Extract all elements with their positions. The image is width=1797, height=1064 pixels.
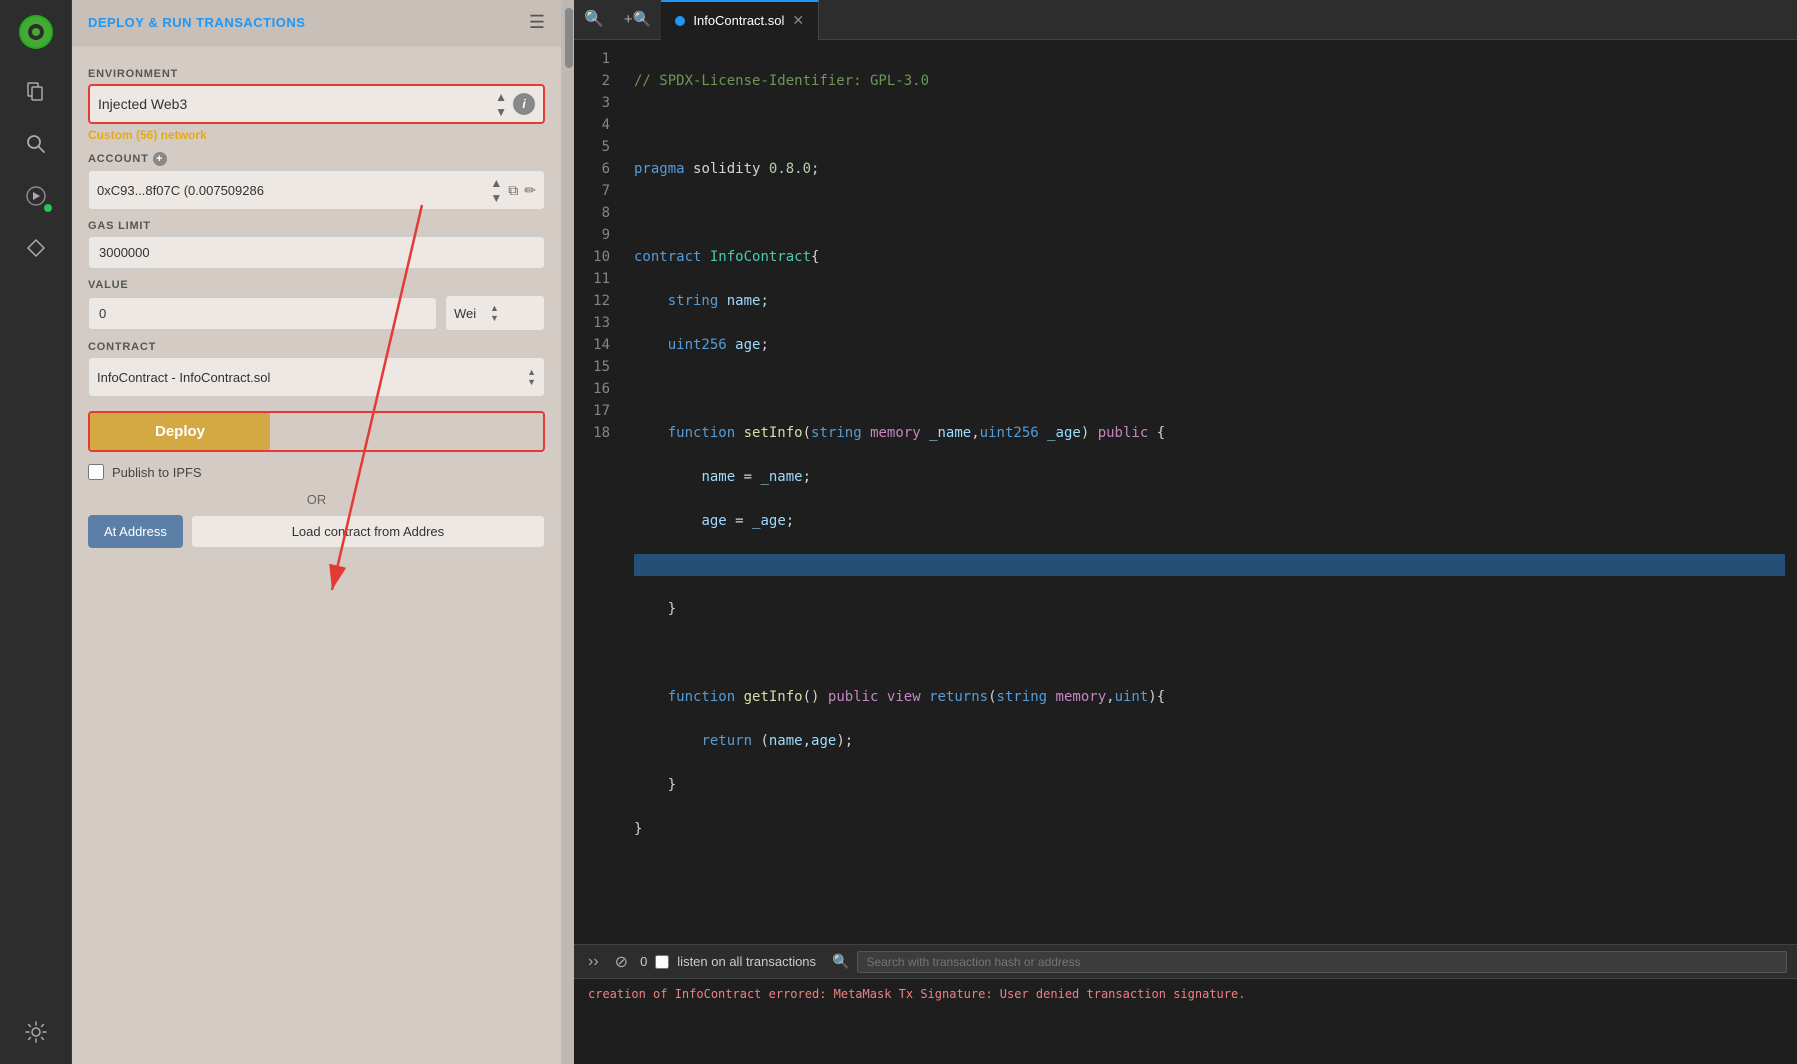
value-amount-input[interactable] bbox=[88, 297, 437, 330]
publish-ipfs-label: Publish to IPFS bbox=[112, 465, 202, 480]
deploy-button[interactable]: Deploy bbox=[90, 413, 270, 450]
load-contract-button[interactable]: Load contract from Addres bbox=[191, 515, 545, 548]
code-line-1: // SPDX-License-Identifier: GPL-3.0 bbox=[634, 70, 1785, 92]
tab-close-icon[interactable]: ✕ bbox=[792, 12, 804, 29]
unit-select[interactable]: Wei Gwei Ether bbox=[454, 306, 486, 321]
terminal-block-icon[interactable]: ⊘ bbox=[611, 950, 632, 974]
diamond-icon[interactable] bbox=[12, 224, 60, 272]
account-label: ACCOUNT + bbox=[88, 152, 545, 166]
account-icons: ⧉ ✏ bbox=[508, 182, 536, 199]
files-icon[interactable] bbox=[12, 68, 60, 116]
account-arrows: ▲ ▼ bbox=[490, 176, 502, 205]
deploy-run-icon[interactable] bbox=[12, 172, 60, 220]
env-info-button[interactable]: i bbox=[513, 93, 535, 115]
code-line-7: uint256 age; bbox=[634, 334, 1785, 356]
code-line-5: contract InfoContract{ bbox=[634, 246, 1785, 268]
editor-area: 🔍 +🔍 InfoContract.sol ✕ 1 2 3 4 5 6 7 8 … bbox=[574, 0, 1797, 1064]
code-line-2 bbox=[634, 114, 1785, 136]
code-line-18: } bbox=[634, 818, 1785, 840]
terminal-area: ›› ⊘ 0 listen on all transactions 🔍 crea… bbox=[574, 944, 1797, 1064]
panel-scrollbar[interactable] bbox=[562, 0, 574, 1064]
deploy-panel-header: DEPLOY & RUN TRANSACTIONS ☰ bbox=[72, 0, 561, 46]
code-line-17: } bbox=[634, 774, 1785, 796]
terminal-search-input[interactable] bbox=[857, 951, 1787, 973]
environment-label: ENVIRONMENT bbox=[88, 68, 545, 80]
unit-select-wrapper: Wei Gwei Ether ▲ ▼ bbox=[445, 295, 545, 331]
value-row: Wei Gwei Ether ▲ ▼ bbox=[88, 295, 545, 331]
edit-account-icon[interactable]: ✏ bbox=[524, 182, 536, 199]
network-label: Custom (56) network bbox=[88, 128, 545, 142]
terminal-toolbar: ›› ⊘ 0 listen on all transactions 🔍 bbox=[574, 945, 1797, 979]
code-line-6: string name; bbox=[634, 290, 1785, 312]
terminal-count: 0 bbox=[640, 954, 647, 969]
deploy-badge bbox=[42, 202, 54, 214]
code-line-16: return (name,age); bbox=[634, 730, 1785, 752]
code-line-10: name = _name; bbox=[634, 466, 1785, 488]
code-line-13: } bbox=[634, 598, 1785, 620]
contract-select[interactable]: InfoContract - InfoContract.sol bbox=[97, 370, 527, 385]
deploy-btn-wrapper: Deploy bbox=[88, 411, 545, 452]
value-label: VALUE bbox=[88, 279, 545, 291]
account-value: 0xC93...8f07C (0.007509286 bbox=[97, 183, 490, 198]
terminal-search-icon[interactable]: 🔍 bbox=[832, 953, 849, 970]
or-divider: OR bbox=[88, 492, 545, 507]
publish-row: Publish to IPFS bbox=[88, 464, 545, 480]
deploy-panel-content: ENVIRONMENT Injected Web3 Remix VM (Lond… bbox=[72, 46, 561, 1064]
code-content: // SPDX-License-Identifier: GPL-3.0 prag… bbox=[622, 40, 1797, 944]
env-arrows: ▲ ▼ bbox=[495, 90, 507, 119]
code-line-9: function setInfo(string memory _name,uin… bbox=[634, 422, 1785, 444]
code-editor: 1 2 3 4 5 6 7 8 9 10 11 12 13 14 15 16 1… bbox=[574, 40, 1797, 944]
environment-select[interactable]: Injected Web3 Remix VM (London) Remix VM… bbox=[98, 96, 495, 112]
contract-arrows: ▲ ▼ bbox=[527, 367, 536, 387]
at-address-row: At Address Load contract from Addres bbox=[88, 515, 545, 548]
scrollbar-thumb bbox=[565, 8, 573, 68]
account-plus-icon[interactable]: + bbox=[153, 152, 167, 166]
line-numbers: 1 2 3 4 5 6 7 8 9 10 11 12 13 14 15 16 1… bbox=[574, 40, 622, 944]
code-line-4 bbox=[634, 202, 1785, 224]
logo-icon[interactable] bbox=[12, 8, 60, 56]
environment-select-wrapper: Injected Web3 Remix VM (London) Remix VM… bbox=[88, 84, 545, 124]
zoom-out-icon[interactable]: 🔍 bbox=[574, 0, 614, 40]
gas-limit-input[interactable] bbox=[88, 236, 545, 269]
icon-bar bbox=[0, 0, 72, 1064]
code-line-3: pragma solidity 0.8.0; bbox=[634, 158, 1785, 180]
deploy-panel: DEPLOY & RUN TRANSACTIONS ☰ ENVIRONMENT … bbox=[72, 0, 562, 1064]
zoom-in-icon[interactable]: +🔍 bbox=[614, 0, 661, 40]
gas-limit-label: GAS LIMIT bbox=[88, 220, 545, 232]
terminal-chevron-icon[interactable]: ›› bbox=[584, 951, 603, 973]
search-icon[interactable] bbox=[12, 120, 60, 168]
tab-infocontract[interactable]: InfoContract.sol ✕ bbox=[661, 0, 819, 40]
panel-menu-icon[interactable]: ☰ bbox=[529, 12, 545, 33]
terminal-output: creation of InfoContract errored: MetaMa… bbox=[574, 979, 1797, 1010]
settings-icon[interactable] bbox=[12, 1008, 60, 1056]
code-line-8 bbox=[634, 378, 1785, 400]
terminal-error-message: creation of InfoContract errored: MetaMa… bbox=[588, 987, 1245, 1001]
account-wrapper: 0xC93...8f07C (0.007509286 ▲ ▼ ⧉ ✏ bbox=[88, 170, 545, 210]
unit-arrows: ▲ ▼ bbox=[490, 303, 499, 323]
code-line-15: function getInfo() public view returns(s… bbox=[634, 686, 1785, 708]
at-address-button[interactable]: At Address bbox=[88, 515, 183, 548]
contract-label: CONTRACT bbox=[88, 341, 545, 353]
deploy-panel-title: DEPLOY & RUN TRANSACTIONS bbox=[88, 15, 305, 30]
tab-dot bbox=[675, 16, 685, 26]
code-line-14 bbox=[634, 642, 1785, 664]
listen-label: listen on all transactions bbox=[677, 954, 816, 969]
code-line-11: age = _age; bbox=[634, 510, 1785, 532]
tab-bar: 🔍 +🔍 InfoContract.sol ✕ bbox=[574, 0, 1797, 40]
code-line-12 bbox=[634, 554, 1785, 576]
listen-checkbox[interactable] bbox=[655, 955, 669, 969]
copy-account-icon[interactable]: ⧉ bbox=[508, 182, 518, 199]
contract-select-wrapper: InfoContract - InfoContract.sol ▲ ▼ bbox=[88, 357, 545, 397]
tab-label: InfoContract.sol bbox=[693, 13, 784, 28]
publish-ipfs-checkbox[interactable] bbox=[88, 464, 104, 480]
